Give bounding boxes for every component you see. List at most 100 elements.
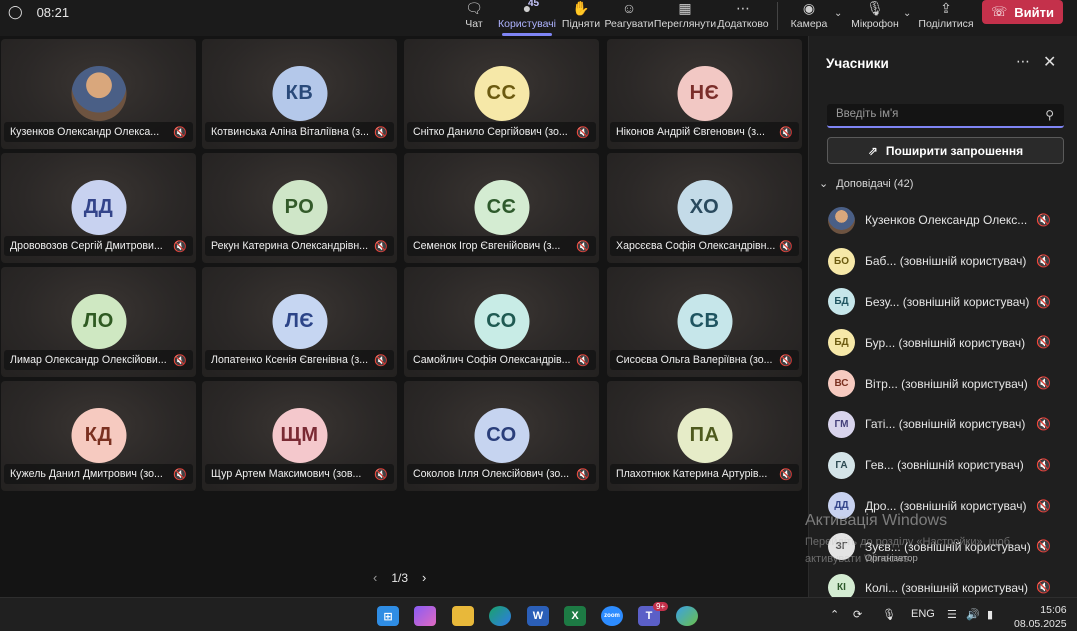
video-tile[interactable]: ЛЄ Лопатенко Ксенія Євгенівна (з... 🔇 [202,267,397,377]
grid-icon: ▦ [678,0,692,16]
video-tile[interactable]: СЄ Семенок Ігор Євгенійович (з... 🔇 [404,153,599,263]
page-indicator: 1/3 [391,570,409,585]
video-tile[interactable]: КВ Котвинська Аліна Віталіївна (з... 🔇 [202,39,397,149]
mic-muted-icon: 🔇 [576,126,590,139]
video-tile[interactable]: СО Самойлич Софія Олександрів... 🔇 [404,267,599,377]
more-icon: ⋯ [736,0,750,16]
presenters-section-header[interactable]: ⌄ Доповідачі (42) [819,177,913,191]
language-indicator[interactable]: ENG [911,608,935,620]
search-input[interactable]: Введіть ім'я ⚲ [827,104,1064,128]
mic-button[interactable]: 🎙 Мікрофон [851,0,899,36]
participant-list-item[interactable]: Кузенков Олександр Олекс... 🔇 [809,200,1077,241]
participant-list-item[interactable]: БО Баб... (зовнішній користувач) 🔇 [809,241,1077,282]
avatar: ВС [828,370,855,398]
video-tile[interactable]: СС Снітко Данило Сергійович (зо... 🔇 [404,39,599,149]
participant-nameplate: Кузенков Олександр Олекса... 🔇 [4,122,193,142]
chat-button[interactable]: 🗨 Чат [462,0,486,36]
video-tile[interactable]: ЩМ Щур Артем Максимович (зов... 🔇 [202,381,397,491]
participant-list-item[interactable]: ВС Вітр... (зовнішній користувач) 🔇 [809,363,1077,404]
participant-nameplate: Сисоєва Ольга Валеріївна (зо... 🔇 [610,350,799,370]
panel-title: Учасники [826,56,889,71]
more-button[interactable]: ⋯ Додатково [717,0,768,36]
video-tile[interactable]: ЛО Лимар Олександр Олексійови... 🔇 [1,267,196,377]
raise-hand-button[interactable]: ✋ Підняти [562,0,600,36]
hand-icon: ✋ [572,0,590,16]
mic-muted-icon: 🔇 [779,468,793,481]
video-tile[interactable]: Кузенков Олександр Олекса... 🔇 [1,39,196,149]
share-invite-button[interactable]: ⇗ Поширити запрошення [827,137,1064,164]
mic-muted-icon: 🔇 [1036,416,1051,431]
avatar: ДД [71,180,126,235]
word-icon[interactable]: W [527,606,549,626]
participant-list-name: Безу... (зовнішній користувач) [865,294,1030,309]
view-button[interactable]: ▦ Переглянути [654,0,716,36]
participant-list-item[interactable]: БД Безу... (зовнішній користувач) 🔇 [809,282,1077,323]
react-button[interactable]: ☺ Реагувати [604,0,653,36]
chevron-up-icon[interactable]: ⌃ [830,608,839,621]
avatar: СС [474,66,529,121]
battery-icon[interactable]: ▮ [987,608,993,621]
avatar: СВ [677,294,732,349]
mic-muted-icon: 🔇 [1036,539,1051,554]
participant-name: Соколов Ілля Олексійович (зо... [413,468,570,480]
network-icon[interactable]: ☰ [947,608,957,621]
avatar: ПА [677,408,732,463]
participant-name: Сисоєва Ольга Валеріївна (зо... [616,354,773,366]
more-options-icon[interactable]: ⋯ [1016,53,1030,70]
activation-watermark-title: Активація Windows [805,512,948,529]
mic-muted-icon: 🔇 [374,126,388,139]
volume-icon[interactable]: 🔊 [966,608,980,621]
meeting-toolbar: ◯ 08:21 🗨 Чат ● 45 Користувачі ✋ Підняти… [0,0,1077,36]
mic-muted-icon: 🔇 [576,240,590,253]
video-tile[interactable]: КД Кужель Данил Дмитрович (зо... 🔇 [1,381,196,491]
video-stage: Кузенков Олександр Олекса... 🔇 КВ Котвинськ… [0,36,808,597]
zoom-icon[interactable]: zoom [601,606,623,626]
share-button[interactable]: ⇪ Поділитися [918,0,973,36]
mic-muted-icon: 🔇 [173,354,187,367]
mic-options-chevron-icon[interactable]: ⌄ [903,8,911,19]
video-tile[interactable]: СВ Сисоєва Ольга Валеріївна (зо... 🔇 [607,267,802,377]
file-explorer-icon[interactable] [452,606,474,626]
mic-off-icon: 🎙 [866,0,884,16]
phone-icon: ☏ [991,4,1008,19]
video-tile[interactable]: ПА Плахотнюк Катерина Артурів... 🔇 [607,381,802,491]
avatar [828,206,855,234]
avatar: ЛЄ [272,294,327,349]
prev-page-icon[interactable]: ‹ [373,570,377,585]
share-icon: ⇪ [940,0,952,16]
camera-options-chevron-icon[interactable]: ⌄ [834,8,842,19]
video-tile[interactable]: СО Соколов Ілля Олексійович (зо... 🔇 [404,381,599,491]
mic-muted-icon: 🔇 [1036,457,1051,472]
participant-list-item[interactable]: ГА Гев... (зовнішній користувач) 🔇 [809,445,1077,486]
edge-browser-icon[interactable] [489,606,511,626]
mic-muted-tray-icon[interactable]: 🎙 [882,608,896,621]
globe-app-icon[interactable] [676,606,698,626]
video-tile[interactable]: НЄ Ніконов Андрій Євгенович (з... 🔇 [607,39,802,149]
video-tile[interactable]: ДД Дрововозов Сергій Дмитрови... 🔇 [1,153,196,263]
people-count-badge: 45 [528,0,540,9]
participant-nameplate: Лопатенко Ксенія Євгенівна (з... 🔇 [205,350,394,370]
participant-list-name: Гаті... (зовнішній користувач) [865,417,1026,432]
windows-start-icon[interactable]: ⊞ [377,606,399,626]
participant-list-item[interactable]: БД Бур... (зовнішній користувач) 🔇 [809,322,1077,363]
avatar [71,66,126,121]
close-icon[interactable]: ✕ [1043,52,1056,72]
participant-nameplate: Рекун Катерина Олександрівн... 🔇 [205,236,394,256]
video-tile[interactable]: РО Рекун Катерина Олександрівн... 🔇 [202,153,397,263]
camera-button[interactable]: ◉ Камера [791,0,828,36]
system-clock[interactable]: 15:06 08.05.2025 [1014,603,1067,631]
people-button[interactable]: ● 45 Користувачі [498,0,556,36]
avatar: СО [474,294,529,349]
leave-button[interactable]: ☏ Вийти [982,0,1063,24]
mic-muted-icon: 🔇 [173,468,187,481]
video-tile[interactable]: ХО Харсєєва Софія Олександрівн... 🔇 [607,153,802,263]
participant-list-item[interactable]: ГМ Гаті... (зовнішній користувач) 🔇 [809,404,1077,445]
participant-nameplate: Соколов Ілля Олексійович (зо... 🔇 [407,464,596,484]
sync-icon[interactable]: ⟳ [853,608,862,621]
participant-name: Щур Артем Максимович (зов... [211,468,362,480]
copilot-icon[interactable] [414,606,436,626]
chat-icon: 🗨 [465,0,483,16]
excel-icon[interactable]: X [564,606,586,626]
next-page-icon[interactable]: › [422,570,426,585]
avatar: НЄ [677,66,732,121]
